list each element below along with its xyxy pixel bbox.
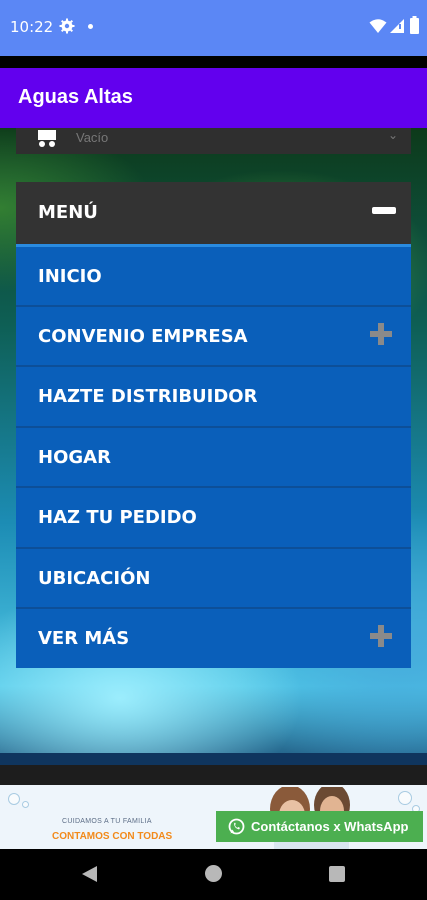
system-nav-bar [0,849,427,900]
notification-dot-icon [88,24,93,29]
bubble-decoration [8,793,20,805]
menu-item-label: HOGAR [38,446,111,468]
menu-item-label: INICIO [38,266,102,287]
chevron-down-icon: ⌄ [388,128,399,142]
menu-title: MENÚ [38,202,98,223]
wifi-icon [369,19,387,33]
minus-icon[interactable] [372,207,396,214]
footer-strip [0,765,427,785]
signal-icon [390,19,404,33]
whatsapp-contact-button[interactable]: Contáctanos x WhatsApp [216,811,423,842]
bubble-decoration [398,791,412,805]
menu-header[interactable]: MENÚ [16,182,411,244]
battery-icon [410,16,419,34]
cart-bar[interactable]: Vacío ⌄ [16,128,411,154]
menu-item-label: HAZTE DISTRIBUIDOR [38,386,258,407]
footer-divider [0,753,427,765]
recent-apps-icon[interactable] [329,866,345,882]
gear-icon [59,18,75,34]
menu-item-hogar[interactable]: HOGAR [16,425,411,486]
bubble-decoration [22,801,29,808]
content-area: Vacío ⌄ MENÚ INICIO CONVENIO EMPRESA HAZ… [0,128,427,785]
back-icon[interactable] [81,865,98,883]
menu-item-hazte-distribuidor[interactable]: HAZTE DISTRIBUIDOR [16,365,411,426]
menu-list: INICIO CONVENIO EMPRESA HAZTE DISTRIBUID… [16,244,411,668]
whatsapp-icon [228,818,245,835]
cart-status-text: Vacío [76,130,109,145]
menu-item-label: UBICACIÓN [38,567,151,589]
menu-item-ver-mas[interactable]: VER MÁS [16,607,411,668]
menu-item-label: HAZ TU PEDIDO [38,507,197,528]
status-time: 10:22 [10,18,54,36]
menu-item-inicio[interactable]: INICIO [16,244,411,305]
ad-tagline: CUIDAMOS A TU FAMILIA [62,818,152,825]
plus-icon[interactable] [370,322,392,345]
menu-item-haz-tu-pedido[interactable]: HAZ TU PEDIDO [16,486,411,547]
menu-item-convenio-empresa[interactable]: CONVENIO EMPRESA [16,304,411,365]
whatsapp-button-label: Contáctanos x WhatsApp [251,819,409,834]
ad-headline: CONTAMOS CON TODAS [52,831,173,842]
plus-icon[interactable] [370,625,392,647]
menu-item-ubicacion[interactable]: UBICACIÓN [16,546,411,607]
app-title: Aguas Altas [18,86,133,108]
status-bar: 10:22 [0,0,427,56]
home-icon[interactable] [205,865,222,882]
menu-item-label: CONVENIO EMPRESA [38,325,248,347]
menu-item-label: VER MÁS [38,628,130,649]
cart-icon [38,130,56,147]
